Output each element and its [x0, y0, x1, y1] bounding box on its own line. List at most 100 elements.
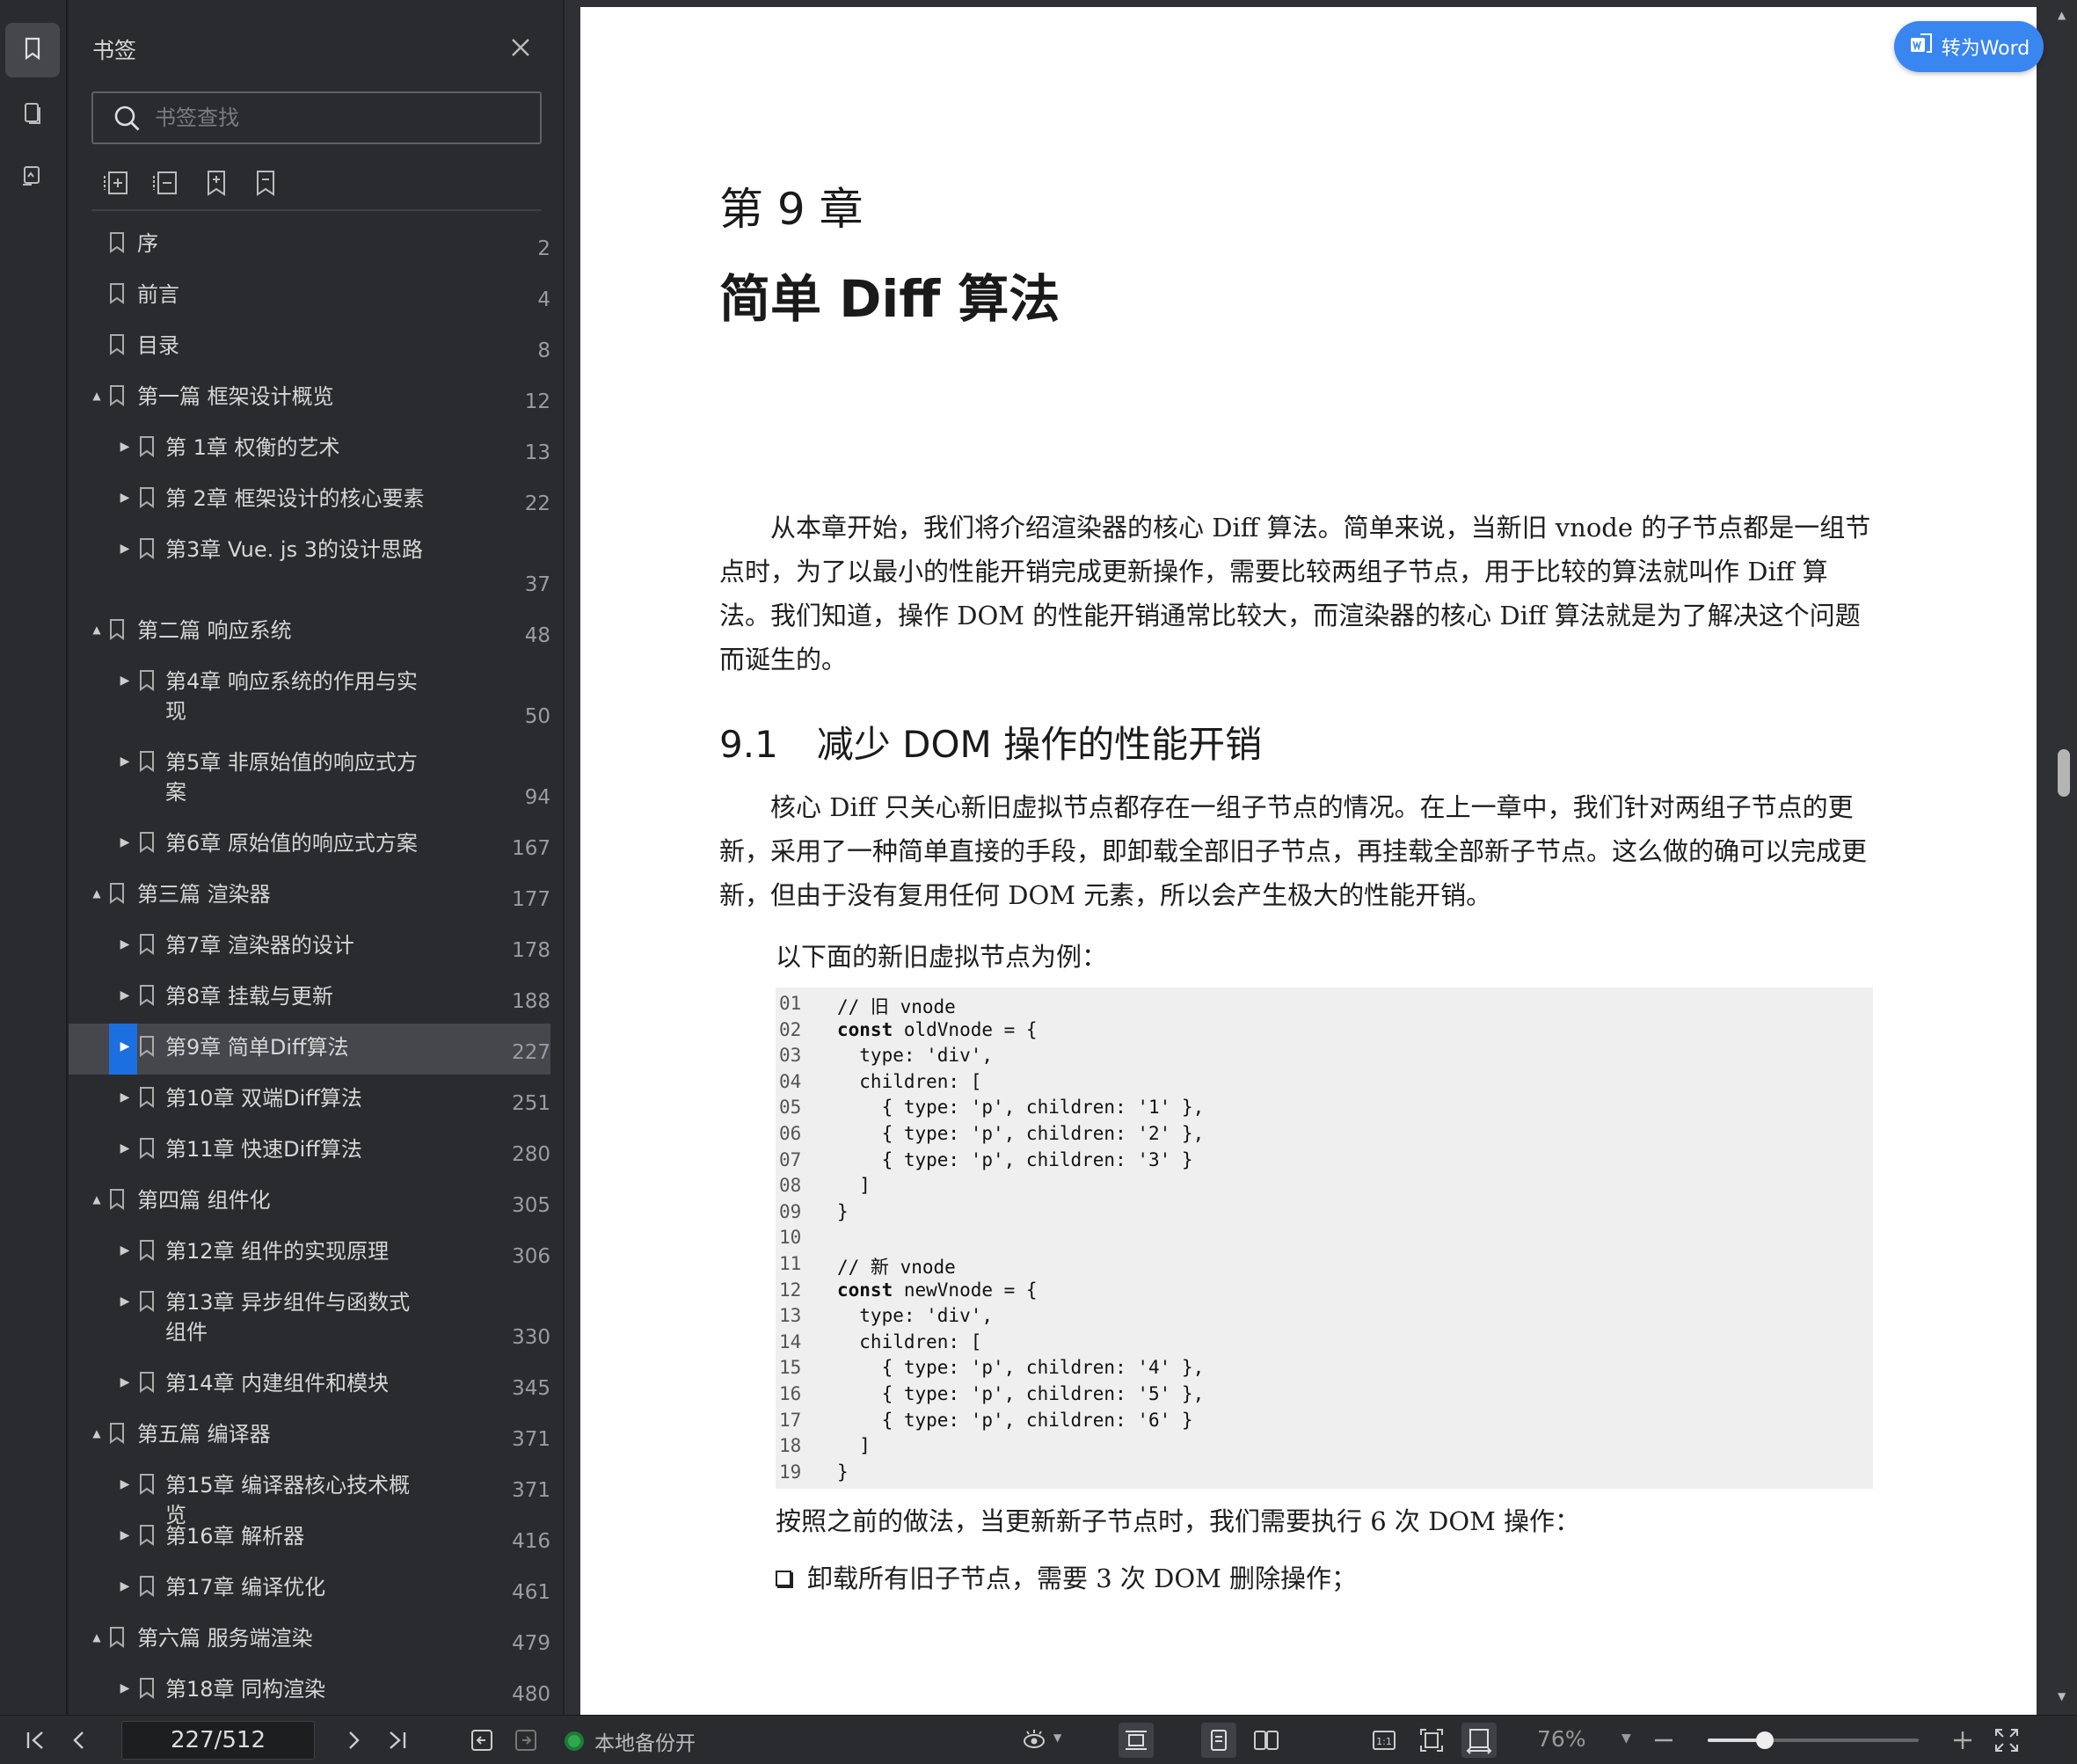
expand-all-button[interactable]	[102, 167, 134, 199]
back-button[interactable]	[468, 1726, 496, 1754]
bookmark-item[interactable]: 前言 4	[69, 271, 550, 322]
search-input[interactable]	[155, 100, 524, 135]
expand-toggle-icon[interactable]: ▶	[118, 1036, 132, 1057]
zoom-level[interactable]: 76%	[1537, 1726, 1586, 1752]
expand-toggle-icon[interactable]: ▶	[118, 1576, 132, 1597]
bookmark-item[interactable]: ▶ 第5章 非原始值的响应式方案 94	[69, 739, 550, 820]
collapse-toggle-icon[interactable]: ▲	[90, 619, 104, 640]
zoom-slider-handle[interactable]	[1755, 1731, 1774, 1749]
expand-toggle-icon[interactable]: ▶	[118, 1372, 132, 1393]
collapse-toggle-icon[interactable]: ▲	[90, 883, 104, 904]
expand-toggle-icon[interactable]: ▶	[118, 1291, 132, 1312]
document-page: 第 9 章 简单 Diff 算法 从本章开始，我们将介绍渲染器的核心 Diff …	[580, 7, 2037, 1715]
expand-toggle-icon[interactable]: ▶	[118, 487, 132, 508]
expand-toggle-icon[interactable]: ▶	[118, 538, 132, 559]
bookmark-item[interactable]: ▶ 第18章 同构渲染 480	[69, 1666, 550, 1717]
backup-status[interactable]: 本地备份开	[565, 1726, 696, 1756]
add-bookmark-button[interactable]	[200, 167, 232, 199]
bookmark-label: 第17章 编译优化	[165, 1575, 326, 1600]
bookmark-item[interactable]: ▲ 第六篇 服务端渲染 479	[69, 1615, 550, 1666]
bookmark-item[interactable]: ▶ 第13章 异步组件与函数式组件 330	[69, 1279, 550, 1359]
zoom-dropdown-icon[interactable]: ▼	[1622, 1731, 1631, 1746]
expand-toggle-icon[interactable]: ▶	[118, 934, 132, 955]
eye-dropdown-icon[interactable]: ▼	[1053, 1731, 1082, 1760]
bookmark-item[interactable]: ▶ 第7章 渲染器的设计 178	[69, 922, 550, 973]
bookmark-item[interactable]: ▶ 第12章 组件的实现原理 306	[69, 1228, 550, 1279]
code-line: 18 ]	[776, 1435, 1873, 1461]
zoom-slider[interactable]	[1708, 1731, 1919, 1749]
forward-button[interactable]	[512, 1726, 540, 1754]
single-page-button[interactable]	[1201, 1723, 1236, 1758]
expand-toggle-icon[interactable]: ▶	[118, 1678, 132, 1699]
continuous-scroll-button[interactable]	[1119, 1723, 1154, 1758]
double-page-button[interactable]	[1252, 1726, 1280, 1754]
fit-page-button[interactable]	[1417, 1726, 1446, 1754]
bookmark-panel-button[interactable]	[5, 23, 60, 77]
bookmark-item[interactable]: ▶ 第17章 编译优化 461	[69, 1564, 550, 1615]
page-input[interactable]	[122, 1722, 314, 1759]
bookmark-item[interactable]: ▶ 第8章 挂载与更新 188	[69, 973, 550, 1024]
bookmark-item[interactable]: ▶ 第11章 快速Diff算法 280	[69, 1126, 550, 1177]
bookmark-item[interactable]: 序2	[69, 220, 550, 271]
scroll-thumb[interactable]	[2058, 749, 2070, 797]
expand-toggle-icon[interactable]: ▶	[118, 832, 132, 853]
expand-toggle-icon[interactable]: ▶	[118, 1240, 132, 1261]
remove-bookmark-button[interactable]	[250, 167, 281, 199]
bookmark-icon	[139, 1036, 155, 1057]
bookmark-item[interactable]: 目录 8	[69, 322, 550, 373]
collapse-toggle-icon[interactable]: ▲	[90, 1423, 104, 1444]
close-panel-button[interactable]	[506, 33, 535, 62]
sidebar-rail	[0, 0, 67, 1715]
bookmark-item[interactable]: ▲ 第五篇 编译器 371	[69, 1410, 550, 1461]
zoom-out-button[interactable]	[1650, 1726, 1678, 1754]
bookmark-item[interactable]: ▲ 第三篇 渲染器 177	[69, 871, 550, 922]
collapse-all-button[interactable]	[151, 167, 183, 199]
collapse-toggle-icon[interactable]: ▲	[90, 1627, 104, 1648]
bookmark-item[interactable]: ▶ 第3章 Vue. js 3的设计思路 37	[69, 526, 550, 607]
expand-toggle-icon[interactable]: ▶	[118, 670, 132, 691]
bookmark-item[interactable]: ▶ 第4章 响应系统的作用与实现 50	[69, 658, 550, 739]
convert-to-word-button[interactable]: 转为Word	[1894, 21, 2044, 72]
expand-toggle-icon[interactable]: ▶	[118, 1087, 132, 1108]
bookmark-item[interactable]: ▶ 第 2章 框架设计的核心要素 22	[69, 475, 550, 526]
next-page-button[interactable]	[339, 1726, 368, 1754]
bookmark-item-selected[interactable]: ▶ 第9章 简单Diff算法 227	[69, 1024, 550, 1075]
first-page-button[interactable]	[21, 1726, 49, 1754]
expand-toggle-icon[interactable]: ▶	[118, 751, 132, 772]
pages-icon	[19, 100, 46, 130]
bookmark-icon	[139, 934, 155, 955]
fullscreen-button[interactable]	[1993, 1726, 2021, 1754]
bookmark-item[interactable]: ▶ 第15章 编译器核心技术概览 371	[69, 1461, 550, 1527]
expand-toggle-icon[interactable]: ▶	[118, 985, 132, 1006]
expand-toggle-icon[interactable]: ▶	[118, 1138, 132, 1159]
code-text: { type: 'p', children: '1' },	[837, 1097, 1205, 1119]
close-icon	[506, 39, 535, 65]
bookmark-page-number: 94	[524, 786, 550, 809]
bookmark-item[interactable]: ▲ 第一篇 框架设计概览 12	[69, 373, 550, 424]
last-page-button[interactable]	[383, 1726, 412, 1754]
pages-panel-button[interactable]	[5, 88, 60, 142]
scroll-up-icon[interactable]: ▲	[2058, 9, 2066, 21]
collapse-toggle-icon[interactable]: ▲	[90, 1189, 104, 1210]
bookmark-item[interactable]: ▶ 第16章 解析器 416	[69, 1513, 550, 1564]
eye-care-button[interactable]	[1020, 1726, 1048, 1754]
bookmark-item[interactable]: ▶ 第6章 原始值的响应式方案 167	[69, 820, 550, 871]
prev-page-button[interactable]	[65, 1726, 93, 1754]
bookmark-panel: 书签 序2前言4目录8▲第一篇 框架设计概览12▶第 1章 权衡的艺术13▶第 …	[69, 0, 624, 1717]
bookmark-item[interactable]: ▲ 第四篇 组件化 305	[69, 1177, 550, 1228]
bookmark-item[interactable]: ▶ 第14章 内建组件和模块 345	[69, 1359, 550, 1410]
fit-width-button[interactable]	[1461, 1723, 1497, 1758]
actual-size-button[interactable]: 1:1	[1370, 1726, 1398, 1754]
bookmark-item[interactable]: ▲ 第二篇 响应系统 48	[69, 607, 550, 658]
annotation-panel-button[interactable]	[5, 151, 60, 206]
bookmark-item[interactable]: ▶ 第10章 双端Diff算法 251	[69, 1075, 550, 1126]
zoom-in-button[interactable]	[1949, 1726, 1977, 1754]
viewer-scrollbar[interactable]: ▲ ▼	[2056, 9, 2072, 1706]
expand-toggle-icon[interactable]: ▶	[118, 1474, 132, 1495]
bookmark-item[interactable]: ▶ 第 1章 权衡的艺术 13	[69, 424, 550, 475]
expand-toggle-icon[interactable]: ▶	[118, 1525, 132, 1546]
scroll-down-icon[interactable]: ▼	[2058, 1690, 2066, 1702]
section-heading: 减少 DOM 操作的性能开销	[816, 723, 1263, 766]
collapse-toggle-icon[interactable]: ▲	[90, 385, 104, 406]
expand-toggle-icon[interactable]: ▶	[118, 436, 132, 457]
